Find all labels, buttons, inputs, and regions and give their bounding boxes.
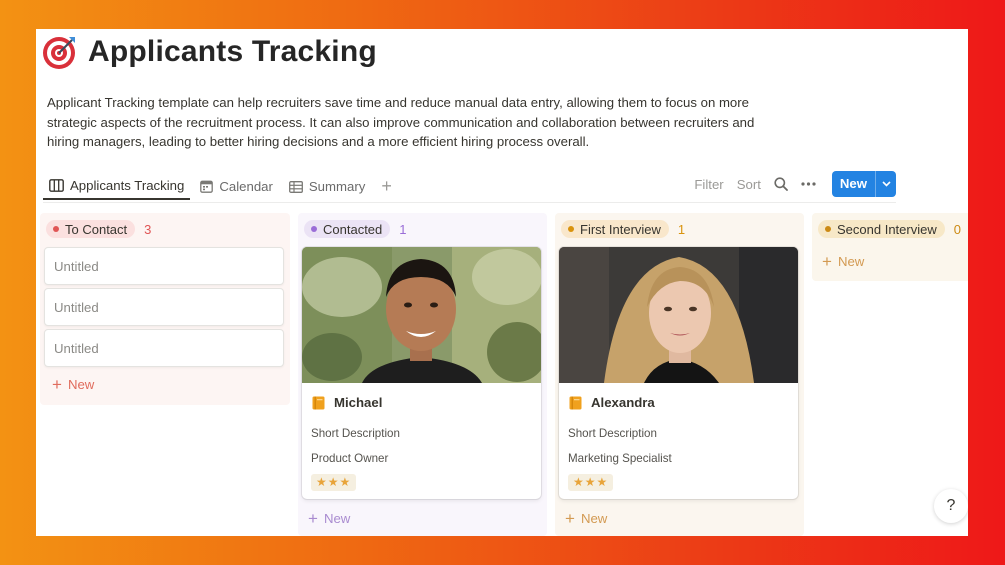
calendar-icon (200, 180, 214, 193)
chevron-down-icon[interactable] (875, 171, 896, 197)
column-header: Contacted 1 (304, 220, 407, 238)
column-count: 1 (399, 221, 407, 237)
status-dot (568, 226, 574, 232)
status-dot (825, 226, 831, 232)
add-view-icon[interactable]: + (375, 173, 398, 199)
book-icon (312, 396, 325, 409)
status-pill[interactable]: Contacted (304, 220, 391, 238)
target-icon (43, 37, 75, 69)
applicant-role: Product Owner (311, 452, 389, 465)
card-untitled[interactable]: Untitled (44, 247, 284, 285)
column-contacted: Contacted 1 Michael Short Description Pr… (298, 213, 547, 536)
add-card-button[interactable]: + New (565, 508, 608, 528)
status-pill[interactable]: First Interview (561, 220, 669, 238)
app-window: Applicants Tracking Applicant Tracking t… (36, 29, 968, 536)
applicant-card-alexandra[interactable]: Alexandra Short Description Marketing Sp… (559, 247, 798, 499)
applicant-photo (302, 247, 541, 383)
view-toolbar: Filter Sort New (681, 171, 896, 197)
filter-button[interactable]: Filter (694, 177, 723, 192)
column-title: Second Interview (837, 221, 937, 237)
add-card-label: New (580, 511, 608, 526)
new-button[interactable]: New (831, 171, 896, 197)
applicant-name-row: Michael (312, 395, 382, 410)
column-to-contact: To Contact 3 Untitled Untitled Untitled … (40, 213, 290, 405)
tab-calendar[interactable]: Calendar (194, 173, 279, 200)
tab-summary[interactable]: Summary (283, 173, 371, 200)
column-count: 1 (677, 221, 686, 237)
book-icon (569, 396, 582, 409)
tab-label: Applicants Tracking (70, 178, 185, 193)
applicant-photo (559, 247, 798, 383)
add-card-button[interactable]: + New (822, 251, 865, 271)
applicant-role: Marketing Specialist (568, 452, 672, 465)
page-header: Applicants Tracking (42, 34, 377, 70)
more-options-icon[interactable] (801, 182, 816, 186)
column-header: Second Interview 0 (818, 220, 961, 238)
column-header: To Contact 3 (46, 220, 151, 238)
search-icon[interactable] (774, 177, 788, 191)
applicant-name: Michael (334, 395, 383, 410)
applicant-card-michael[interactable]: Michael Short Description Product Owner … (302, 247, 541, 499)
rating-stars: ★★★ (568, 474, 614, 491)
sort-button[interactable]: Sort (737, 177, 761, 192)
applicant-description: Short Description (311, 427, 400, 440)
tab-applicants-tracking[interactable]: Applicants Tracking (43, 173, 191, 200)
column-title: Contacted (323, 221, 383, 237)
column-first-interview: First Interview 1 Alexandra Short Descri… (555, 213, 804, 536)
plus-icon: + (565, 508, 575, 528)
add-card-button[interactable]: + New (52, 374, 95, 394)
status-pill[interactable]: Second Interview (818, 220, 945, 238)
column-second-interview: Second Interview 0 + New (812, 213, 968, 281)
page-description: Applicant Tracking template can help rec… (47, 95, 755, 150)
help-button[interactable]: ? (934, 489, 968, 523)
table-icon (288, 180, 303, 193)
status-dot (311, 226, 317, 232)
card-untitled[interactable]: Untitled (44, 288, 284, 326)
status-dot (53, 226, 59, 232)
column-count: 0 (953, 221, 961, 237)
tab-label: Summary (308, 179, 366, 194)
board-icon (49, 179, 64, 192)
status-pill[interactable]: To Contact (46, 220, 136, 238)
applicant-description: Short Description (568, 427, 657, 440)
card-untitled[interactable]: Untitled (44, 329, 284, 367)
plus-icon: + (308, 508, 318, 528)
page-title: Applicants Tracking (88, 35, 377, 68)
plus-icon: + (52, 374, 62, 394)
column-header: First Interview 1 (561, 220, 685, 238)
tab-label: Calendar (219, 179, 273, 194)
view-tabs: Applicants Tracking Calendar Summary + (43, 173, 398, 202)
column-title: First Interview (580, 221, 661, 237)
column-count: 3 (144, 221, 152, 237)
plus-icon: + (822, 251, 832, 271)
add-card-button[interactable]: + New (308, 508, 351, 528)
add-card-label: New (323, 511, 351, 526)
rating-stars: ★★★ (311, 474, 357, 491)
new-button-label: New (839, 176, 867, 191)
applicant-name-row: Alexandra (569, 395, 655, 410)
applicant-name: Alexandra (591, 395, 655, 410)
column-title: To Contact (65, 221, 128, 237)
add-card-label: New (837, 254, 865, 269)
add-card-label: New (67, 377, 95, 392)
tabs-divider (43, 202, 896, 203)
